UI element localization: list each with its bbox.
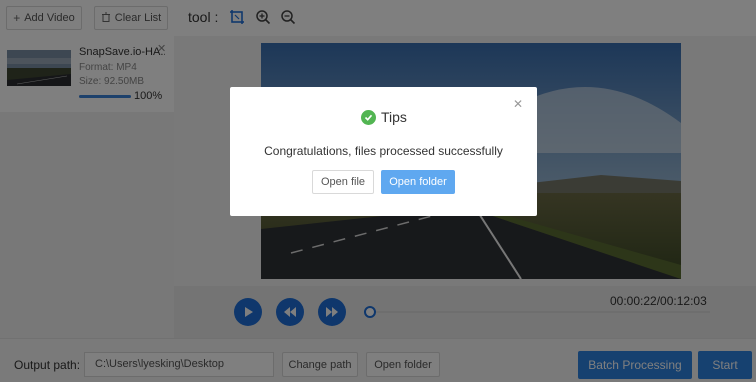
- dialog-open-folder-button[interactable]: Open folder: [381, 170, 455, 194]
- dialog-title: Tips: [361, 109, 407, 125]
- dialog-message: Congratulations, files processed success…: [264, 144, 503, 158]
- close-icon[interactable]: ✕: [513, 97, 523, 111]
- open-file-button[interactable]: Open file: [312, 170, 374, 194]
- open-file-label: Open file: [320, 176, 366, 188]
- dialog-open-folder-label: Open folder: [389, 176, 447, 188]
- tips-dialog: ✕ Tips Congratulations, files processed …: [230, 87, 537, 216]
- check-circle-icon: [361, 109, 376, 125]
- dialog-title-text: Tips: [381, 109, 407, 125]
